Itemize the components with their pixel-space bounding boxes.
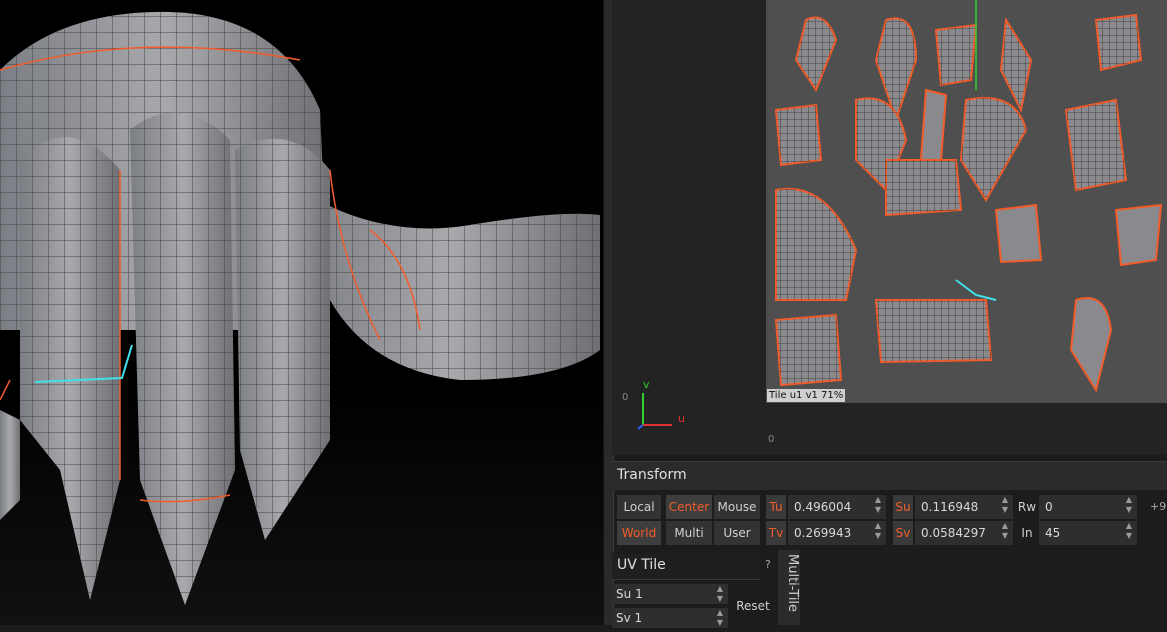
overflow-indicator: +9	[1150, 500, 1167, 513]
center-button[interactable]: Center	[666, 495, 712, 519]
tv-spinner-icon[interactable]: ▲ ▼	[872, 521, 884, 545]
ruler-zero-left: 0	[622, 392, 629, 403]
transform-header[interactable]	[612, 461, 1167, 490]
uv-tile-su-label: Su	[616, 587, 632, 601]
su-label: Su	[893, 495, 913, 519]
rw-label: Rw	[1017, 500, 1037, 514]
uv-tile-sv-spinner-icon[interactable]: ▲ ▼	[714, 608, 726, 632]
axis-v-label: v	[643, 378, 650, 391]
uv-tile-area[interactable]	[766, 0, 1167, 403]
in-spinner-icon[interactable]: ▲ ▼	[1123, 521, 1135, 545]
axis-gizmo-icon	[637, 393, 672, 430]
sv-label: Sv	[893, 521, 913, 545]
tu-label: Tu	[766, 495, 786, 519]
in-label: In	[1021, 526, 1033, 540]
su-spinner-icon[interactable]: ▲ ▼	[999, 495, 1011, 519]
uv-tile-sv-value: 1	[634, 611, 643, 625]
sv-spinner-icon[interactable]: ▲ ▼	[999, 521, 1011, 545]
user-button[interactable]: User	[714, 521, 760, 545]
local-button[interactable]: Local	[617, 495, 661, 519]
3d-viewport[interactable]	[0, 0, 603, 625]
help-icon[interactable]: ?	[765, 558, 771, 571]
uv-tile-sv-field[interactable]: Sv 1	[612, 608, 728, 628]
multi-tile-tab[interactable]: Multi-Tile	[778, 550, 800, 625]
mouse-button[interactable]: Mouse	[714, 495, 760, 519]
reset-button[interactable]: Reset	[732, 595, 774, 617]
uv-tile-sv-label: Sv	[616, 611, 631, 625]
uv-tile-su-spinner-icon[interactable]: ▲ ▼	[714, 584, 726, 608]
transform-title: Transform	[617, 467, 687, 483]
tile-label: Tile u1 v1 71%	[767, 389, 846, 402]
ruler-zero-bottom: 0	[768, 434, 775, 445]
tu-spinner-icon[interactable]: ▲ ▼	[872, 495, 884, 519]
mesh-render	[0, 11, 600, 605]
uv-tile-su-field[interactable]: Su 1	[612, 584, 728, 604]
axis-u-label: u	[678, 412, 685, 425]
rw-spinner-icon[interactable]: ▲ ▼	[1123, 495, 1135, 519]
world-button[interactable]: World	[617, 521, 661, 545]
uv-tile-title: UV Tile	[617, 557, 666, 573]
uv-tile-su-value: 1	[635, 587, 643, 601]
uv-islands	[766, 0, 1167, 403]
multi-button[interactable]: Multi	[666, 521, 712, 545]
tv-label: Tv	[766, 521, 786, 545]
